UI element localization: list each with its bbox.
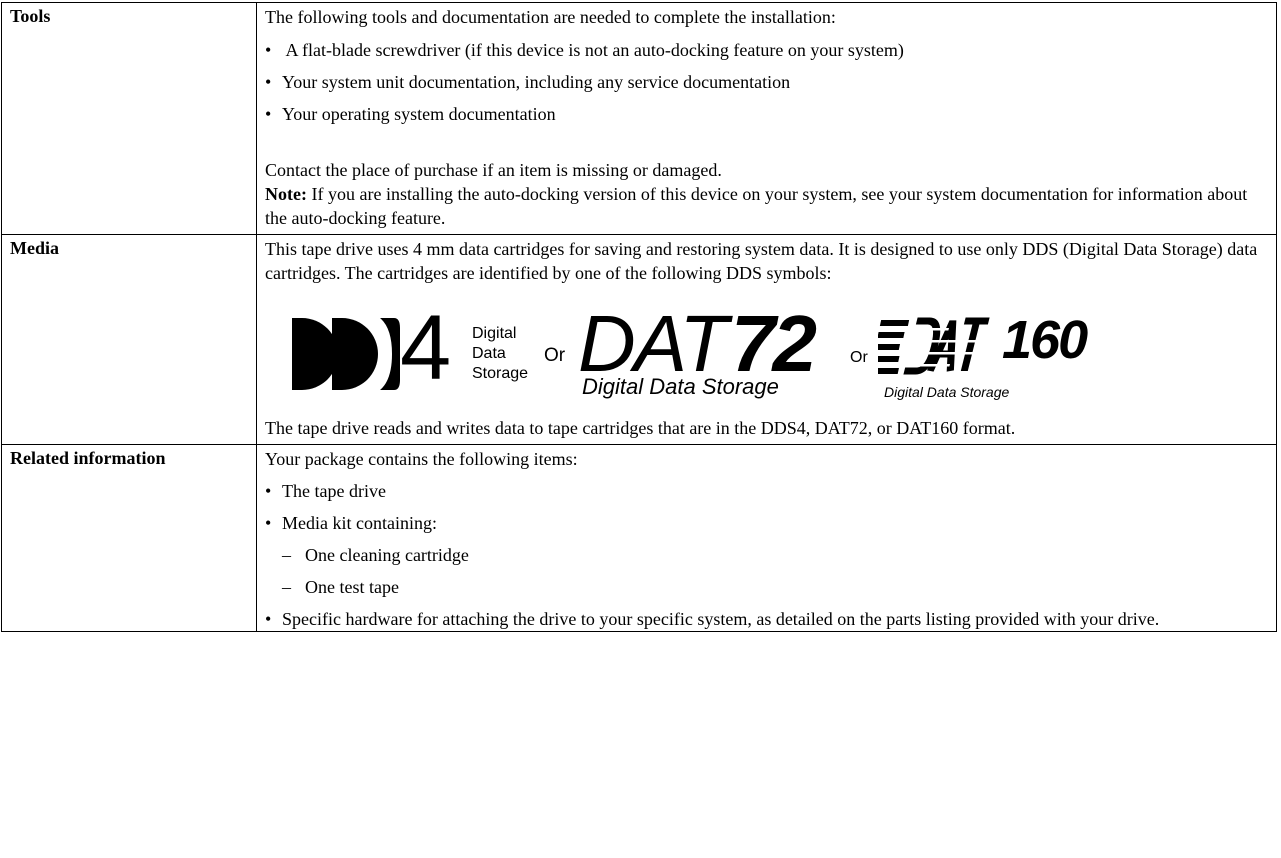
- tools-label: Tools: [10, 6, 51, 26]
- list-item: • Media kit containing:: [265, 507, 1268, 539]
- sub-list-item-text: One cleaning cartridge: [305, 545, 469, 565]
- or-separator: Or: [850, 349, 868, 366]
- tools-label-cell: Tools: [1, 2, 257, 235]
- list-item: • The tape drive: [265, 475, 1268, 507]
- dds4-line1: Digital: [472, 325, 517, 342]
- media-label: Media: [10, 238, 59, 258]
- bullet-glyph: •: [265, 513, 272, 533]
- related-row: Related information Your package contain…: [1, 444, 1277, 632]
- note-text: If you are installing the auto-docking v…: [265, 184, 1248, 228]
- dat72-caption: Digital Data Storage: [582, 374, 779, 399]
- note-label: Note:: [265, 184, 307, 204]
- contact-text: Contact the place of purchase if an item…: [265, 160, 722, 180]
- media-row: Media This tape drive uses 4 mm data car…: [1, 234, 1277, 445]
- media-content-cell: This tape drive uses 4 mm data cartridge…: [256, 234, 1277, 445]
- list-item: • Specific hardware for attaching the dr…: [265, 603, 1268, 631]
- media-label-cell: Media: [1, 234, 257, 445]
- list-item-text: A flat-blade screwdriver (if this device…: [282, 40, 904, 60]
- list-item-text: Specific hardware for attaching the driv…: [282, 609, 1160, 629]
- tools-row: Tools The following tools and documentat…: [1, 2, 1277, 235]
- list-item-text: Media kit containing:: [282, 513, 437, 533]
- related-label: Related information: [10, 448, 166, 468]
- tools-intro: The following tools and documentation ar…: [265, 7, 836, 27]
- media-intro: This tape drive uses 4 mm data cartridge…: [265, 239, 1258, 283]
- requirements-table: Tools The following tools and documentat…: [1, 2, 1277, 632]
- dat160-number: 160: [1002, 310, 1088, 370]
- related-content-cell: Your package contains the following item…: [256, 444, 1277, 632]
- list-item-text: The tape drive: [282, 481, 386, 501]
- list-item: • Your operating system documentation: [265, 98, 1268, 130]
- dat160-caption: Digital Data Storage: [884, 384, 1010, 400]
- dds4-number: 4: [400, 297, 451, 399]
- dat72-number: 72: [731, 299, 817, 388]
- sub-list-item-text: One test tape: [305, 577, 399, 597]
- list-item: • A flat-blade screwdriver (if this devi…: [265, 34, 1268, 66]
- dash-glyph: –: [282, 577, 291, 597]
- media-format-text: The tape drive reads and writes data to …: [265, 418, 1016, 438]
- bullet-glyph: •: [265, 104, 272, 124]
- tools-content-cell: The following tools and documentation ar…: [256, 2, 1277, 235]
- document-page: Tools The following tools and documentat…: [0, 0, 1281, 858]
- dat160-logo: [878, 317, 990, 375]
- or-separator: Or: [544, 345, 566, 366]
- bullet-glyph: •: [265, 72, 272, 92]
- bullet-glyph: •: [265, 609, 272, 629]
- related-intro: Your package contains the following item…: [265, 449, 578, 469]
- list-item-text: Your operating system documentation: [282, 104, 556, 124]
- list-item-text: Your system unit documentation, includin…: [282, 72, 791, 92]
- list-item: • Your system unit documentation, includ…: [265, 66, 1268, 98]
- dash-glyph: –: [282, 545, 291, 565]
- dds-logos: 4 Digital Data Storage Or DAT 72 Digital…: [265, 290, 1268, 416]
- sub-list-item: – One test tape: [265, 571, 1268, 603]
- note-paragraph: Note: If you are installing the auto-doc…: [265, 182, 1268, 234]
- related-label-cell: Related information: [1, 444, 257, 632]
- dds4-line3: Storage: [472, 365, 529, 382]
- dds4-line2: Data: [472, 345, 506, 362]
- bullet-glyph: •: [265, 481, 272, 501]
- bullet-glyph: •: [265, 40, 272, 60]
- dat72-text: DAT: [578, 299, 728, 388]
- sub-list-item: – One cleaning cartridge: [265, 539, 1268, 571]
